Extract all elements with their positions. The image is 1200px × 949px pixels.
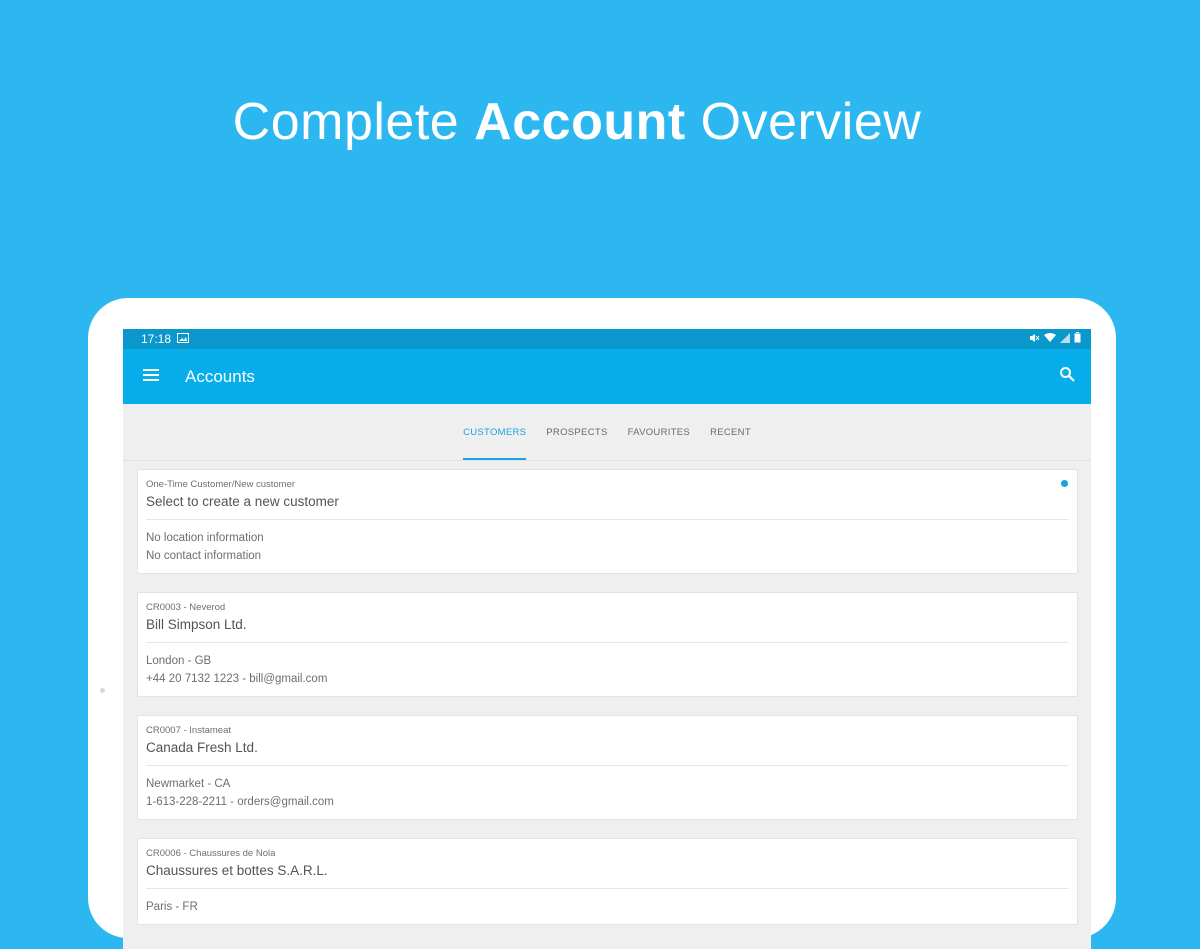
page-title: Accounts	[185, 366, 255, 386]
account-details: London - GB +44 20 7132 1223 - bill@gmai…	[146, 643, 1069, 696]
account-location: London - GB	[146, 655, 212, 667]
mute-icon	[1029, 332, 1040, 346]
account-contact: +44 20 7132 1223 - bill@gmail.com	[146, 673, 328, 685]
account-list: One-Time Customer/New customer Select to…	[123, 461, 1091, 925]
account-details: Paris - FR	[146, 889, 1069, 924]
account-card[interactable]: CR0006 - Chaussures de Nola Chaussures e…	[137, 838, 1078, 925]
account-name: Canada Fresh Ltd.	[146, 740, 1069, 766]
status-bar: 17:18	[123, 329, 1091, 349]
headline-prefix: Complete	[232, 93, 475, 151]
status-icons	[1029, 332, 1081, 346]
tab-customers-label: CUSTOMERS	[463, 426, 527, 438]
battery-icon	[1074, 332, 1081, 346]
app-screen: 17:18 Accounts CUSTOMERS PROSPECTS FAVOU…	[123, 329, 1091, 949]
account-details: No location information No contact infor…	[146, 520, 1069, 573]
account-card-new-customer[interactable]: One-Time Customer/New customer Select to…	[137, 469, 1078, 574]
tab-customers[interactable]: CUSTOMERS	[453, 404, 536, 460]
account-code: CR0006 - Chaussures de Nola	[146, 848, 276, 859]
account-contact: No contact information	[146, 550, 262, 562]
headline-bold: Account	[474, 93, 686, 151]
image-icon	[177, 332, 190, 346]
account-code: One-Time Customer/New customer	[146, 479, 296, 490]
wifi-icon	[1044, 332, 1056, 346]
account-name: Bill Simpson Ltd.	[146, 617, 1069, 643]
headline-suffix: Overview	[685, 93, 922, 151]
hamburger-menu-icon[interactable]	[143, 368, 159, 386]
tab-favourites-label: FAVOURITES	[627, 426, 691, 438]
account-card[interactable]: CR0003 - Neverod Bill Simpson Ltd. Londo…	[137, 592, 1078, 697]
account-name: Select to create a new customer	[146, 494, 1069, 520]
account-contact: 1-613-228-2211 - orders@gmail.com	[146, 796, 334, 808]
account-code: CR0003 - Neverod	[146, 602, 226, 613]
search-icon[interactable]	[1059, 366, 1075, 387]
tab-recent[interactable]: RECENT	[700, 404, 761, 460]
account-details: Newmarket - CA 1-613-228-2211 - orders@g…	[146, 766, 1069, 819]
tablet-camera-dot	[100, 688, 105, 693]
tab-prospects-label: PROSPECTS	[546, 426, 608, 438]
tab-prospects[interactable]: PROSPECTS	[536, 404, 617, 460]
signal-icon	[1060, 332, 1070, 346]
tab-favourites[interactable]: FAVOURITES	[618, 404, 700, 460]
account-tabs: CUSTOMERS PROSPECTS FAVOURITES RECENT	[123, 404, 1091, 461]
account-name: Chaussures et bottes S.A.R.L.	[146, 863, 1069, 889]
account-location: No location information	[146, 532, 264, 544]
account-code: CR0007 - Instameat	[146, 725, 232, 736]
account-location: Newmarket - CA	[146, 778, 231, 790]
page-headline: Complete Account Overview	[0, 92, 1154, 152]
tablet-frame: 17:18 Accounts CUSTOMERS PROSPECTS FAVOU…	[88, 298, 1116, 949]
account-location: Paris - FR	[146, 901, 198, 913]
status-time: 17:18	[141, 332, 172, 346]
tab-recent-label: RECENT	[710, 426, 751, 438]
account-card[interactable]: CR0007 - Instameat Canada Fresh Ltd. New…	[137, 715, 1078, 820]
app-bar: Accounts	[123, 349, 1091, 404]
selected-dot-icon	[1061, 480, 1068, 487]
